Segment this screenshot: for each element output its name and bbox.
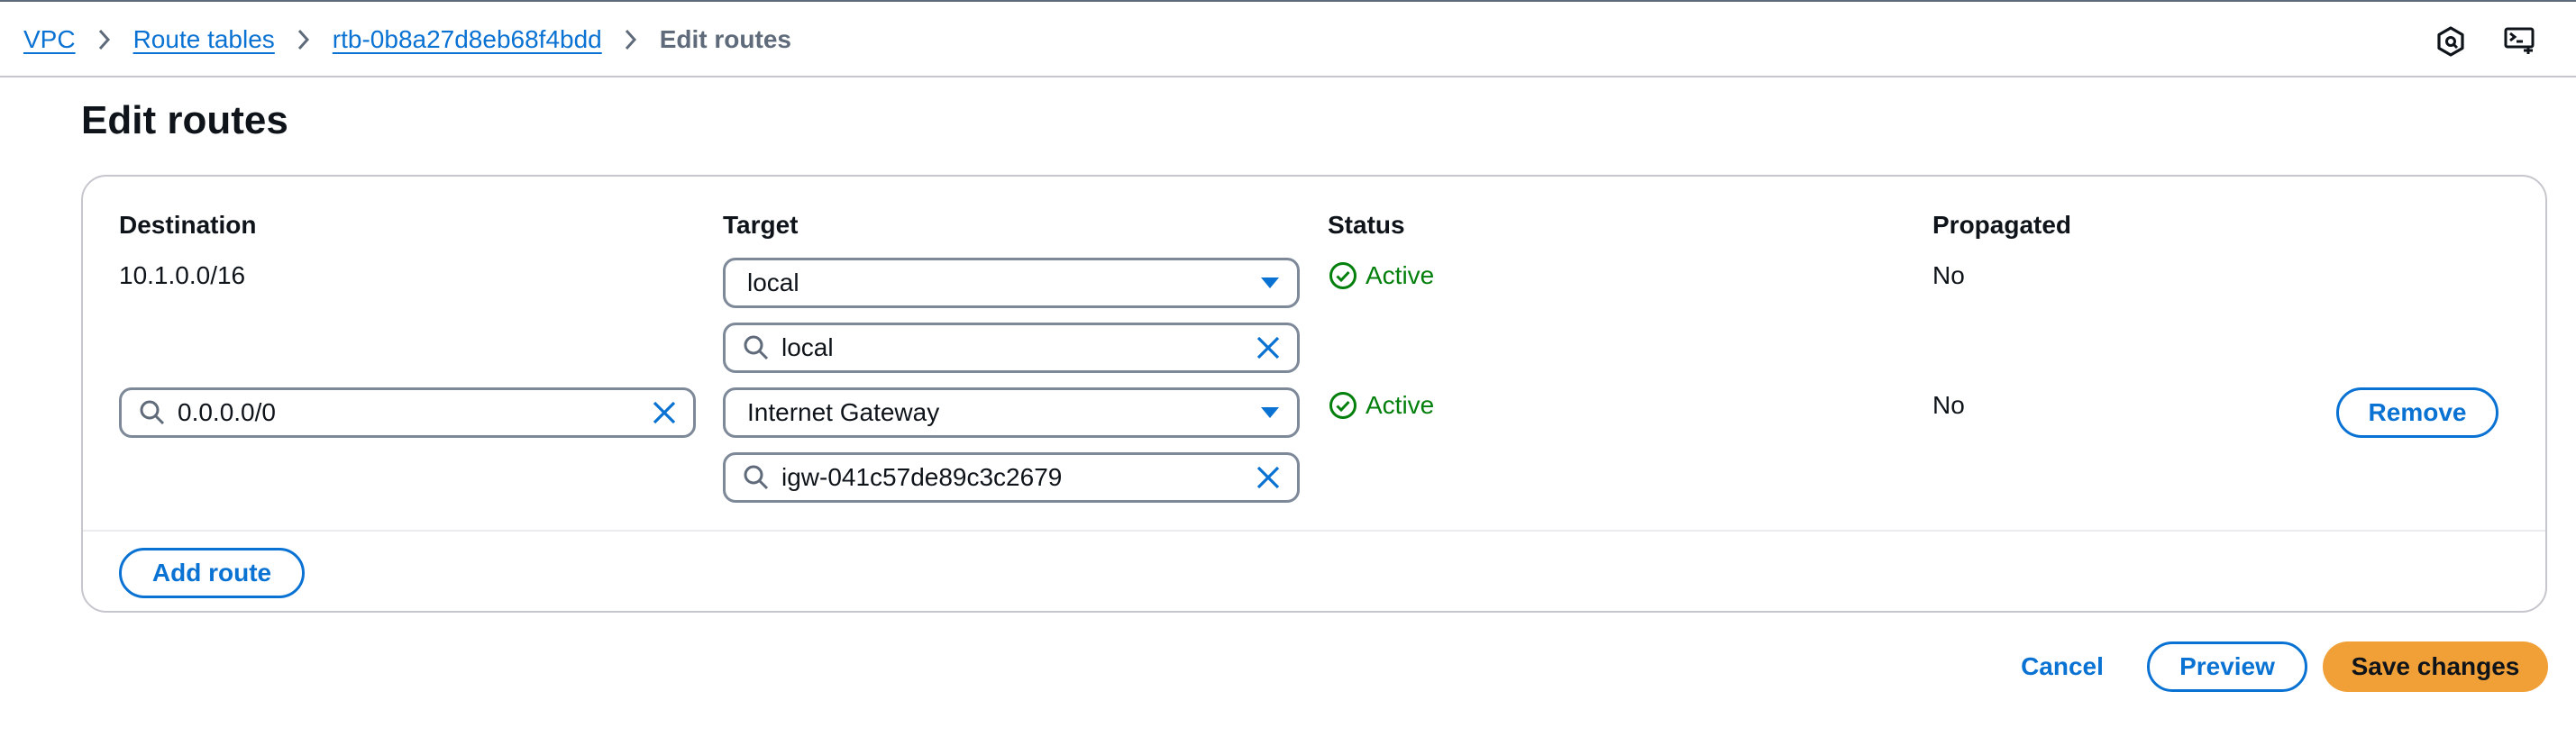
route-1-target-select[interactable]: local [723, 258, 1300, 308]
cloudshell-icon[interactable] [2502, 23, 2538, 59]
breadcrumb-route-table-id[interactable]: rtb-0b8a27d8eb68f4bdd [333, 22, 602, 58]
remove-route-button[interactable]: Remove [2336, 387, 2498, 438]
route-1-propagated: No [1932, 261, 1965, 289]
close-icon[interactable] [1239, 455, 1297, 500]
add-route-button[interactable]: Add route [119, 548, 305, 598]
top-bar: VPC Route tables rtb-0b8a27d8eb68f4bdd E… [0, 0, 2576, 77]
status-success-icon [1328, 390, 1358, 421]
column-header-status: Status [1328, 211, 1405, 239]
route-2-status: Active [1328, 389, 1434, 422]
card-divider [83, 530, 2545, 532]
search-icon [122, 399, 178, 426]
close-icon[interactable] [1239, 325, 1297, 370]
column-header-propagated: Propagated [1932, 211, 2072, 239]
chevron-right-icon [275, 28, 333, 51]
breadcrumb: VPC Route tables rtb-0b8a27d8eb68f4bdd E… [23, 22, 791, 58]
route-2-target-select[interactable]: Internet Gateway [723, 387, 1300, 438]
settings-hexagon-icon[interactable] [2433, 23, 2469, 59]
route-2-destination-input[interactable]: 0.0.0.0/0 [119, 387, 696, 438]
column-header-destination: Destination [119, 211, 257, 239]
caret-down-icon [1243, 260, 1297, 305]
breadcrumb-current: Edit routes [659, 25, 791, 53]
close-icon[interactable] [635, 390, 693, 435]
route-1-status: Active [1328, 259, 1434, 292]
search-icon [726, 464, 781, 491]
save-changes-button[interactable]: Save changes [2323, 641, 2548, 692]
cancel-button[interactable]: Cancel [2008, 641, 2116, 692]
route-2-target-select-value: Internet Gateway [747, 398, 940, 426]
route-1-target-select-value: local [747, 268, 799, 296]
route-1-target-search[interactable]: local [723, 323, 1300, 373]
status-success-icon [1328, 260, 1358, 291]
route-2-status-text: Active [1366, 391, 1435, 419]
route-1-destination: 10.1.0.0/16 [119, 261, 246, 289]
page-title: Edit routes [81, 98, 288, 142]
search-icon [726, 334, 781, 361]
breadcrumb-vpc[interactable]: VPC [23, 22, 76, 58]
chevron-right-icon [76, 28, 133, 51]
caret-down-icon [1243, 390, 1297, 435]
breadcrumb-route-tables[interactable]: Route tables [133, 22, 275, 58]
route-2-propagated: No [1932, 391, 1965, 419]
chevron-right-icon [602, 28, 660, 51]
route-1-target-search-value: local [781, 333, 834, 361]
preview-button[interactable]: Preview [2147, 641, 2307, 692]
route-2-target-search[interactable]: igw-041c57de89c3c2679 [723, 452, 1300, 503]
routes-editor-card: Destination Target Status Propagated 10.… [81, 175, 2547, 613]
route-2-target-search-value: igw-041c57de89c3c2679 [781, 463, 1063, 491]
route-2-destination-value: 0.0.0.0/0 [178, 398, 276, 426]
column-header-target: Target [723, 211, 799, 239]
route-1-status-text: Active [1366, 261, 1435, 289]
